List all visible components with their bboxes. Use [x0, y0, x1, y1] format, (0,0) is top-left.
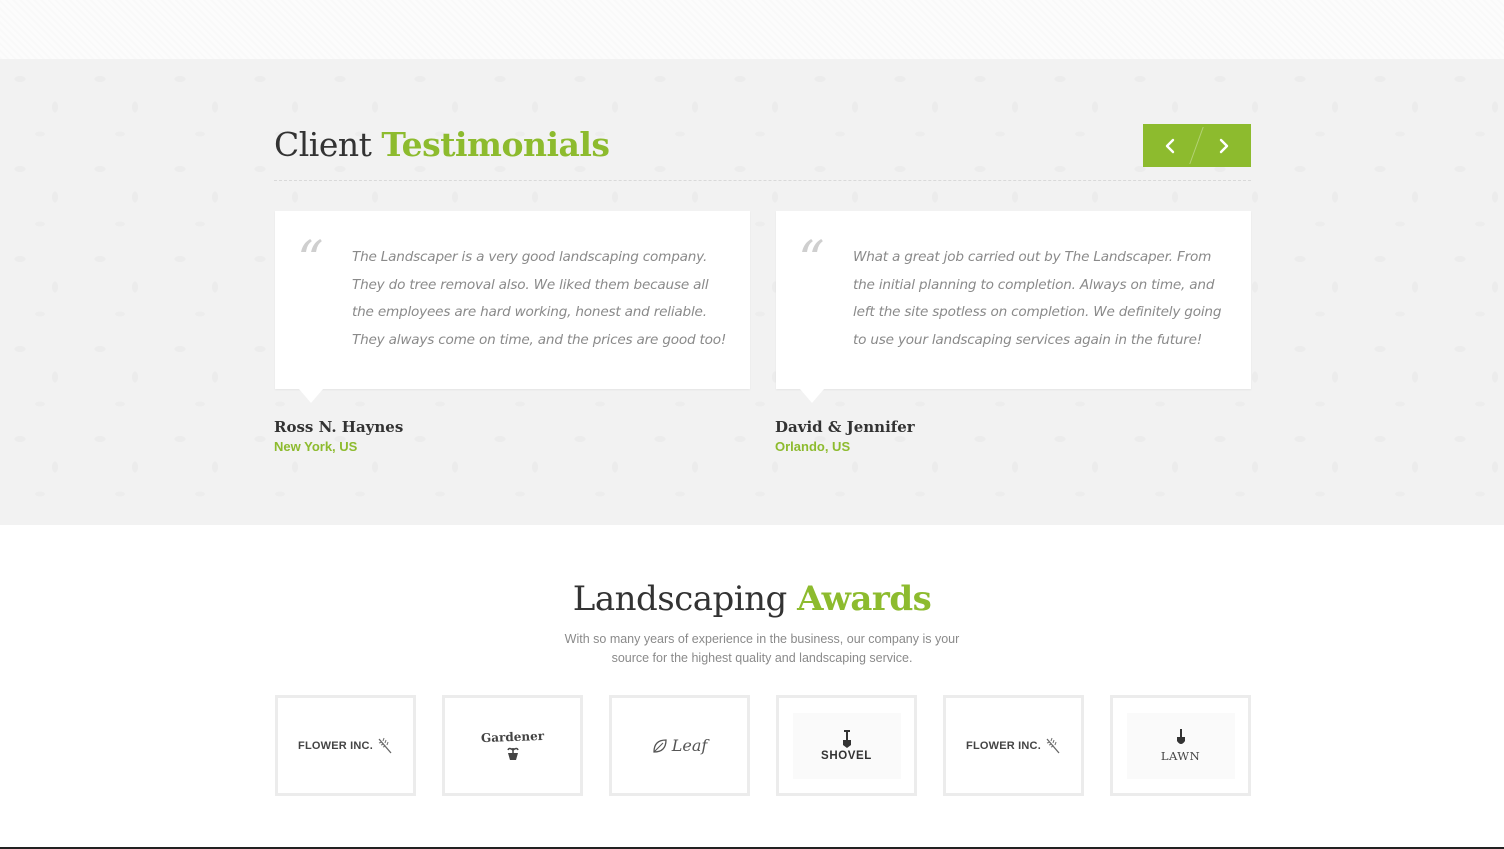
logo-text: Leaf: [671, 736, 708, 755]
plant-pot-icon: [506, 747, 519, 760]
chevron-left-icon: [1165, 138, 1175, 153]
wheat-icon: [1046, 737, 1060, 753]
award-logo-flower-inc[interactable]: FLOWER INC.: [275, 695, 416, 796]
award-logo-shovel[interactable]: SHOVEL: [776, 695, 917, 796]
testimonial-quote: What a great job carried out by The Land…: [853, 249, 1222, 348]
spade-icon: [1176, 728, 1185, 744]
testimonial-nav: [1143, 124, 1251, 167]
logo-text: FLOWER INC.: [966, 739, 1041, 752]
author-name: Ross N. Haynes: [274, 418, 404, 436]
logo-text: Gardener: [480, 728, 545, 746]
author-location: New York, US: [274, 439, 358, 454]
testimonial-card: “ The Landscaper is a very good landscap…: [275, 211, 750, 403]
title-divider: [274, 180, 1251, 181]
chevron-right-icon: [1219, 138, 1229, 153]
leaf-icon: [653, 738, 667, 753]
award-logo-gardener[interactable]: Gardener: [442, 695, 583, 796]
award-logo-lawn[interactable]: LAWN: [1110, 695, 1251, 796]
awards-section: Landscaping Awards With so many years of…: [0, 525, 1504, 849]
testimonial-author: David & Jennifer Orlando, US: [775, 417, 915, 454]
award-logo-leaf[interactable]: Leaf: [609, 695, 750, 796]
testimonial-quote: The Landscaper is a very good landscapin…: [352, 249, 727, 348]
author-location: Orlando, US: [775, 439, 851, 454]
testimonial-author: Ross N. Haynes New York, US: [274, 417, 403, 454]
top-strip: [0, 0, 1504, 59]
testimonials-section: Client Testimonials “ The Landscaper is …: [0, 59, 1504, 525]
logo-text: FLOWER INC.: [298, 739, 373, 752]
testimonial-card: “ What a great job carried out by The La…: [776, 211, 1251, 403]
logo-text: SHOVEL: [821, 749, 872, 762]
logo-text: LAWN: [1160, 748, 1201, 763]
awards-title: Landscaping Awards: [572, 579, 932, 619]
quote-icon: “: [297, 231, 324, 291]
prev-button[interactable]: [1143, 124, 1197, 167]
next-button[interactable]: [1197, 124, 1251, 167]
award-logo-flower-inc[interactable]: FLOWER INC.: [943, 695, 1084, 796]
testimonials-title: Client Testimonials: [274, 125, 610, 164]
awards-subtitle: With so many years of experience in the …: [564, 632, 960, 665]
quote-icon: “: [798, 231, 825, 291]
author-name: David & Jennifer: [775, 418, 915, 436]
wheat-icon: [378, 737, 392, 753]
shovel-icon: [842, 729, 851, 748]
